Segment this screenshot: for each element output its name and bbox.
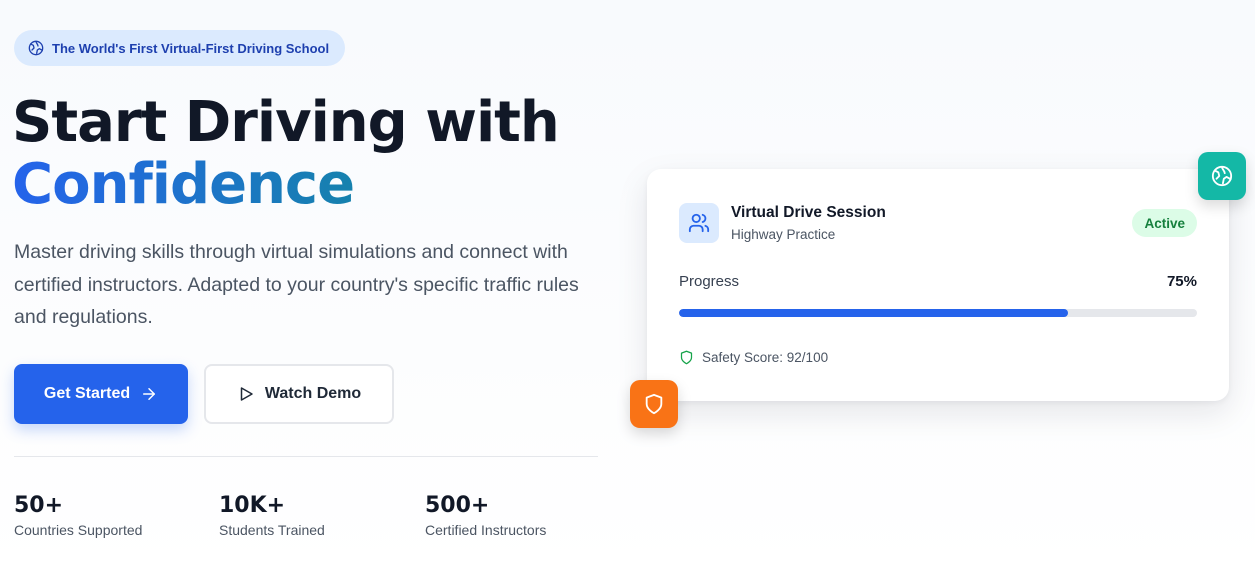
- stat-label: Certified Instructors: [425, 522, 547, 538]
- safety-score: Safety Score: 92/100: [679, 350, 828, 365]
- hero-title: Start Driving with Confidence: [12, 90, 560, 216]
- stat-value: 10K+: [219, 493, 286, 518]
- floating-shield-badge: [630, 380, 678, 428]
- globe-icon: [28, 40, 44, 56]
- session-icon-box: [679, 203, 719, 243]
- users-icon: [688, 213, 710, 233]
- stat-value: 500+: [425, 493, 490, 518]
- arrow-right-icon: [143, 388, 156, 400]
- stat-students: 10K+ Students Trained: [219, 492, 325, 538]
- status-badge: Active: [1132, 209, 1197, 237]
- watch-demo-button[interactable]: Watch Demo: [204, 364, 394, 424]
- shield-icon: [645, 393, 663, 415]
- hero-title-accent: Confidence: [12, 154, 559, 216]
- hero-badge-text: The World's First Virtual-First Driving …: [52, 40, 330, 56]
- stat-instructors: 500+ Certified Instructors: [425, 492, 546, 538]
- stat-countries: 50+ Countries Supported: [14, 492, 142, 538]
- hero-title-line1: Start Driving with: [12, 90, 560, 155]
- get-started-button[interactable]: Get Started: [14, 364, 188, 424]
- watch-demo-label: Watch Demo: [264, 385, 362, 402]
- hero-subtitle: Master driving skills through virtual si…: [14, 241, 579, 328]
- safety-score-text: Safety Score: 92/100: [702, 350, 829, 365]
- stats-divider: [14, 456, 598, 457]
- progress-fill: [679, 309, 1068, 317]
- get-started-label: Get Started: [43, 385, 131, 402]
- globe-icon: [1211, 165, 1233, 187]
- floating-globe-badge: [1198, 152, 1246, 200]
- progress-label: Progress: [679, 273, 740, 290]
- progress-value: 75%: [1166, 273, 1197, 290]
- stat-value: 50+: [14, 493, 64, 518]
- progress-track: [679, 309, 1197, 317]
- session-title: Virtual Drive Session: [731, 204, 886, 221]
- stat-label: Students Trained: [219, 522, 325, 538]
- shield-check-icon: [680, 350, 693, 365]
- session-card: Virtual Drive Session Highway Practice A…: [647, 169, 1229, 401]
- play-icon: [240, 387, 253, 401]
- hero-badge: The World's First Virtual-First Driving …: [14, 30, 346, 66]
- stat-label: Countries Supported: [14, 522, 143, 538]
- session-subtitle: Highway Practice: [731, 227, 836, 242]
